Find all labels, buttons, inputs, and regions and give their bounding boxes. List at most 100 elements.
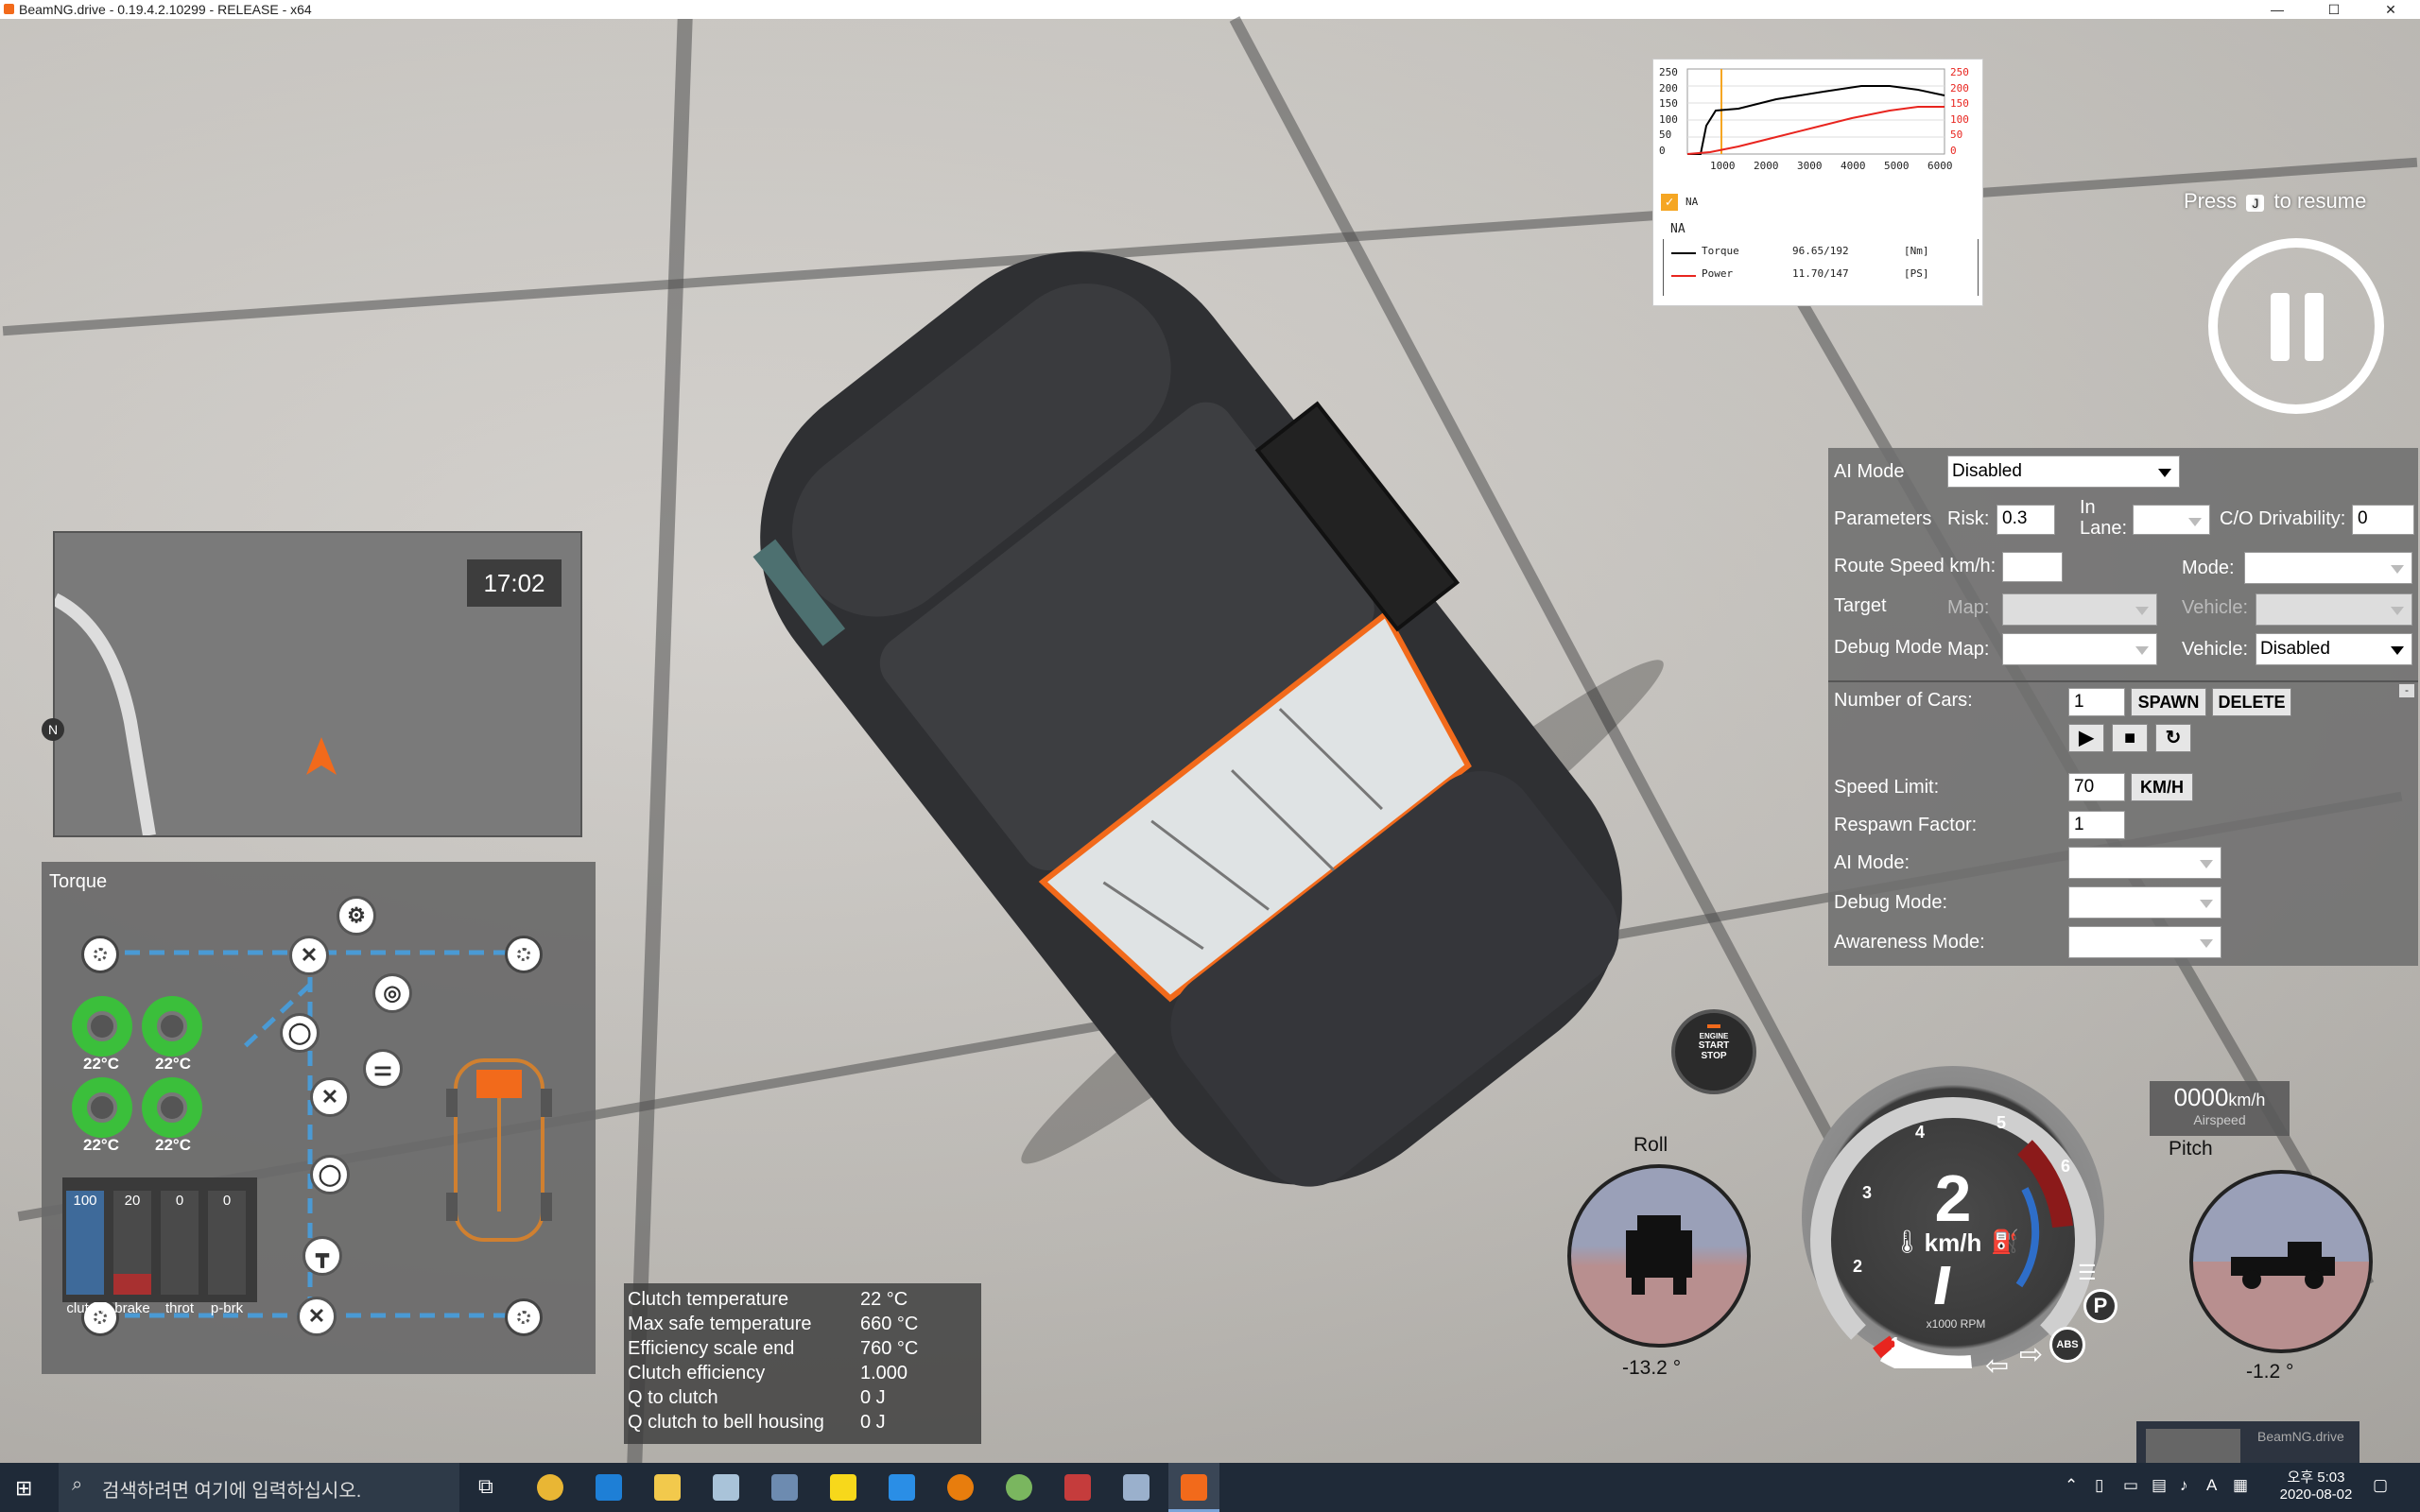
target-map-select[interactable] (2002, 593, 2157, 626)
calendar-icon[interactable]: ▦ (2233, 1476, 2248, 1495)
winrar-icon[interactable] (1064, 1474, 1091, 1501)
na-checkbox[interactable]: ✓ (1661, 194, 1678, 211)
play-button[interactable]: ▶ (2068, 724, 2104, 752)
pause-button[interactable] (2208, 238, 2384, 414)
battery-icon[interactable]: ▭ (2123, 1476, 2138, 1495)
headlight-icon: ☰ (2078, 1261, 2097, 1284)
shaft-joint-icon: ┳ (302, 1236, 342, 1276)
debug-vehicle-select[interactable]: Disabled (2256, 633, 2412, 665)
ai-mode-label: AI Mode (1834, 461, 1905, 482)
differential-rear-icon: ✕ (297, 1297, 337, 1336)
taskbar-search-box[interactable]: ⌕ 검색하려면 여기에 입력하십시오. (59, 1463, 459, 1512)
player-arrow-icon (306, 737, 337, 775)
usb-icon[interactable]: ▯ (2095, 1476, 2103, 1495)
brake-rl-icon (72, 1077, 132, 1138)
start-button-windows-icon[interactable]: ⊞ (15, 1476, 32, 1501)
chrome-icon[interactable] (537, 1474, 563, 1501)
game-viewport[interactable]: 250 200 150 100 50 0 250 200 150 100 50 0 1000 200… (0, 16, 2420, 1463)
blender-icon[interactable] (947, 1474, 974, 1501)
speed-unit: km/h (1924, 1228, 1982, 1257)
windows-taskbar: ⊞ ⌕ 검색하려면 여기에 입력하십시오. ⧉ ⌃ ▯ ▭ ▤ ♪ A ▦ 오후… (0, 1463, 2420, 1512)
app-icon[interactable] (771, 1474, 798, 1501)
tray-chevron-icon[interactable]: ⌃ (2065, 1476, 2078, 1495)
na-checkbox-label: NA (1685, 196, 1699, 208)
photos-icon[interactable] (713, 1474, 739, 1501)
traffic-ai-mode-select[interactable] (2068, 847, 2221, 879)
traffic-debug-mode-label: Debug Mode: (1834, 892, 1948, 913)
taskbar-clock[interactable]: 오후 5:03 2020-08-02 (2278, 1467, 2354, 1503)
rpm-number: 4 (1915, 1123, 1926, 1142)
game-clock: 17:02 (467, 559, 562, 607)
turn-left-icon: ⇦ (1985, 1350, 2010, 1382)
roll-gauge (1567, 1164, 1751, 1348)
file-explorer-icon[interactable] (654, 1474, 681, 1501)
rpm-label: x1000 RPM (1926, 1317, 1986, 1331)
engine-torque-power-graph: 250 200 150 100 50 0 250 200 150 100 50 0 1000 200… (1652, 59, 1983, 306)
spawn-button[interactable]: SPAWN (2131, 688, 2206, 716)
x-tick: 6000 (1927, 160, 1953, 172)
rpm-number: 5 (1996, 1113, 2007, 1132)
input-bar-label: p-brk (210, 1300, 244, 1316)
vscode-icon[interactable] (889, 1474, 915, 1501)
coolant-temp-icon: 🌡 (1893, 1229, 1922, 1255)
collapse-button[interactable]: - (2399, 684, 2414, 697)
gearbox-icon: ⚌ (363, 1049, 403, 1089)
network-icon[interactable]: ▤ (2152, 1476, 2167, 1495)
co-drivability-label: C/O Drivability: (2220, 508, 2346, 529)
mode-select[interactable] (2244, 552, 2412, 584)
in-lane-label: In Lane: (2080, 497, 2128, 539)
clutch-info-label: Max safe temperature (628, 1314, 812, 1334)
clutch-icon: ◯ (280, 1013, 320, 1053)
rpm-number: 2 (1853, 1257, 1863, 1276)
input-bar-value: 100 (73, 1193, 97, 1209)
airspeed-display: 0000km/h Airspeed (2150, 1081, 2290, 1136)
speed-limit-input[interactable]: 70 (2068, 773, 2125, 801)
number-of-cars-input[interactable]: 1 (2068, 688, 2125, 716)
kakaotalk-icon[interactable] (830, 1474, 856, 1501)
taskbar-preview: BeamNG.drive (2136, 1421, 2360, 1463)
gear-indicator: 2 (1934, 1161, 1972, 1235)
task-view-icon[interactable]: ⧉ (478, 1474, 493, 1499)
risk-label: Risk: (1947, 508, 1990, 529)
keycap-j: J (2246, 195, 2265, 212)
maximize-button[interactable]: ☐ (2312, 0, 2356, 19)
brake-fr-icon (142, 996, 202, 1057)
minimize-button[interactable]: — (2256, 0, 2299, 19)
respawn-factor-input[interactable]: 1 (2068, 811, 2125, 839)
target-vehicle-select[interactable] (2256, 593, 2412, 626)
ai-mode-select[interactable]: Disabled (1947, 455, 2180, 488)
debug-map-select[interactable] (2002, 633, 2157, 665)
route-speed-input[interactable] (2002, 552, 2063, 582)
co-drivability-input[interactable]: 0 (2352, 505, 2414, 535)
x-tick: 3000 (1797, 160, 1823, 172)
edge-icon[interactable] (596, 1474, 622, 1501)
app-globe-icon[interactable] (1006, 1474, 1032, 1501)
debug-mode-label: Debug Mode (1834, 637, 1943, 658)
vehicle-car[interactable] (529, 189, 1853, 1228)
awareness-mode-label: Awareness Mode: (1834, 932, 1985, 953)
ime-indicator[interactable]: A (2206, 1476, 2217, 1495)
reset-button[interactable]: ↻ (2155, 724, 2191, 752)
pitch-value: -1.2 ° (2246, 1361, 2294, 1383)
beamng-taskbar-button[interactable] (1168, 1463, 1219, 1512)
risk-input[interactable]: 0.3 (1996, 505, 2055, 535)
ai-control-panel: AI Mode Disabled Parameters Risk: 0.3 In… (1828, 448, 2418, 966)
target-vehicle-label: Vehicle: (2182, 597, 2249, 618)
traffic-debug-mode-select[interactable] (2068, 886, 2221, 919)
notification-icon[interactable]: ▢ (2373, 1476, 2388, 1495)
close-button[interactable]: ✕ (2369, 0, 2412, 19)
clutch-info-value: 22 °C (860, 1289, 908, 1310)
clutch-info-value: 660 °C (860, 1314, 919, 1334)
flywheel-icon: ◎ (372, 973, 412, 1013)
speed-unit-button[interactable]: KM/H (2131, 773, 2193, 801)
target-label: Target (1834, 595, 1887, 616)
volume-icon[interactable]: ♪ (2180, 1476, 2188, 1495)
engine-start-stop-button[interactable]: ENGINE START STOP (1671, 1009, 1756, 1094)
fuel-icon: ⛽ (1991, 1229, 2019, 1255)
traffic-ai-mode-label: AI Mode: (1834, 852, 1910, 873)
stop-button[interactable]: ■ (2112, 724, 2148, 752)
awareness-mode-select[interactable] (2068, 926, 2221, 958)
app-window-icon[interactable] (1123, 1474, 1150, 1501)
in-lane-select[interactable] (2133, 505, 2210, 535)
delete-button[interactable]: DELETE (2212, 688, 2291, 716)
